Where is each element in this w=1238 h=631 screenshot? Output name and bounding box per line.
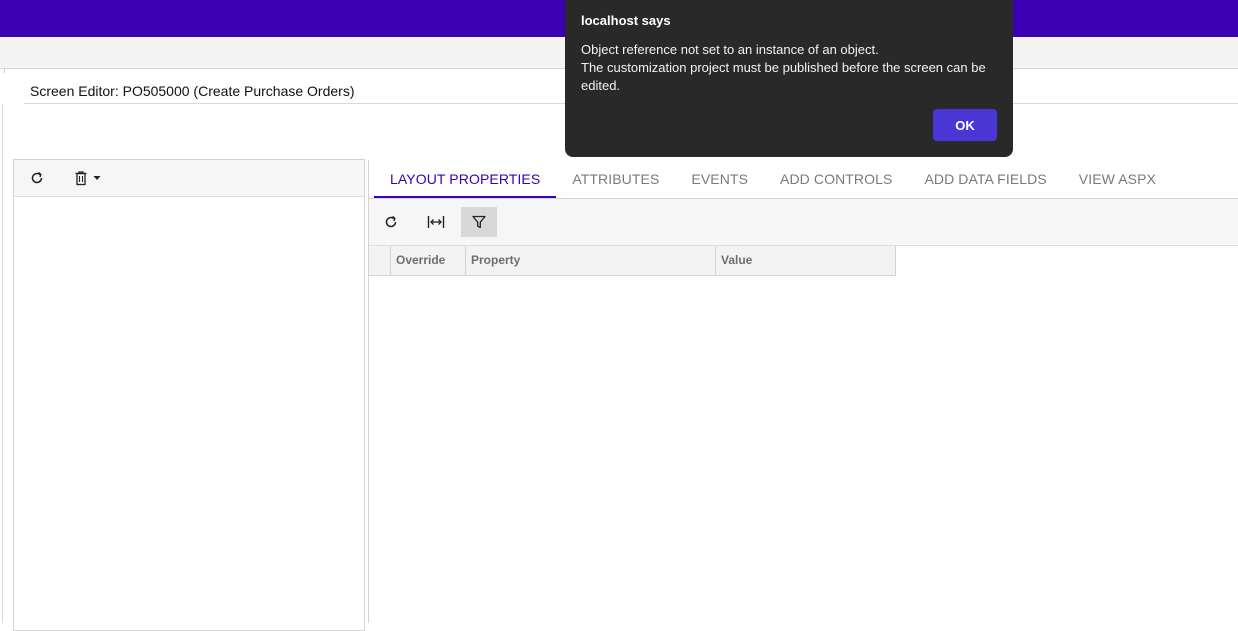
grid-header: Override Property Value — [369, 246, 896, 276]
dialog-title: localhost says — [581, 13, 671, 28]
left-edge-divider — [0, 104, 3, 623]
tab-attributes[interactable]: ATTRIBUTES — [556, 160, 675, 199]
fit-columns-button[interactable] — [421, 207, 451, 237]
tab-view-aspx[interactable]: VIEW ASPX — [1063, 160, 1172, 199]
tab-events[interactable]: EVENTS — [675, 160, 764, 199]
refresh-icon — [29, 170, 45, 186]
refresh-button[interactable] — [24, 166, 50, 190]
grid-toolbar — [369, 199, 1238, 246]
left-divider — [0, 68, 5, 73]
caret-down-icon — [93, 175, 101, 181]
column-value[interactable]: Value — [716, 246, 896, 275]
filter-icon — [471, 214, 487, 230]
tree-toolbar — [14, 160, 364, 197]
trash-icon — [73, 170, 89, 186]
fit-width-icon — [427, 215, 445, 229]
control-tree-panel — [13, 159, 365, 631]
tab-add-controls[interactable]: ADD CONTROLS — [764, 160, 908, 199]
row-selector-column — [369, 246, 391, 275]
dialog-message-line-2: The customization project must be publis… — [581, 60, 986, 93]
column-override[interactable]: Override — [391, 246, 466, 275]
tab-add-data-fields[interactable]: ADD DATA FIELDS — [908, 160, 1062, 199]
page-title: Screen Editor: PO505000 (Create Purchase… — [30, 83, 355, 99]
column-property[interactable]: Property — [466, 246, 716, 275]
properties-panel: LAYOUT PROPERTIES ATTRIBUTES EVENTS ADD … — [368, 160, 1238, 623]
ok-button[interactable]: OK — [933, 109, 997, 141]
filter-button[interactable] — [461, 207, 497, 237]
dialog-message-line-1: Object reference not set to an instance … — [581, 42, 879, 57]
delete-button[interactable] — [70, 166, 104, 190]
tab-layout-properties[interactable]: LAYOUT PROPERTIES — [374, 160, 557, 199]
refresh-icon — [383, 214, 399, 230]
dialog-message: Object reference not set to an instance … — [581, 41, 1001, 95]
grid-refresh-button[interactable] — [378, 207, 404, 237]
alert-dialog: localhost says Object reference not set … — [565, 0, 1013, 157]
editor-tabs: LAYOUT PROPERTIES ATTRIBUTES EVENTS ADD … — [374, 160, 1172, 199]
